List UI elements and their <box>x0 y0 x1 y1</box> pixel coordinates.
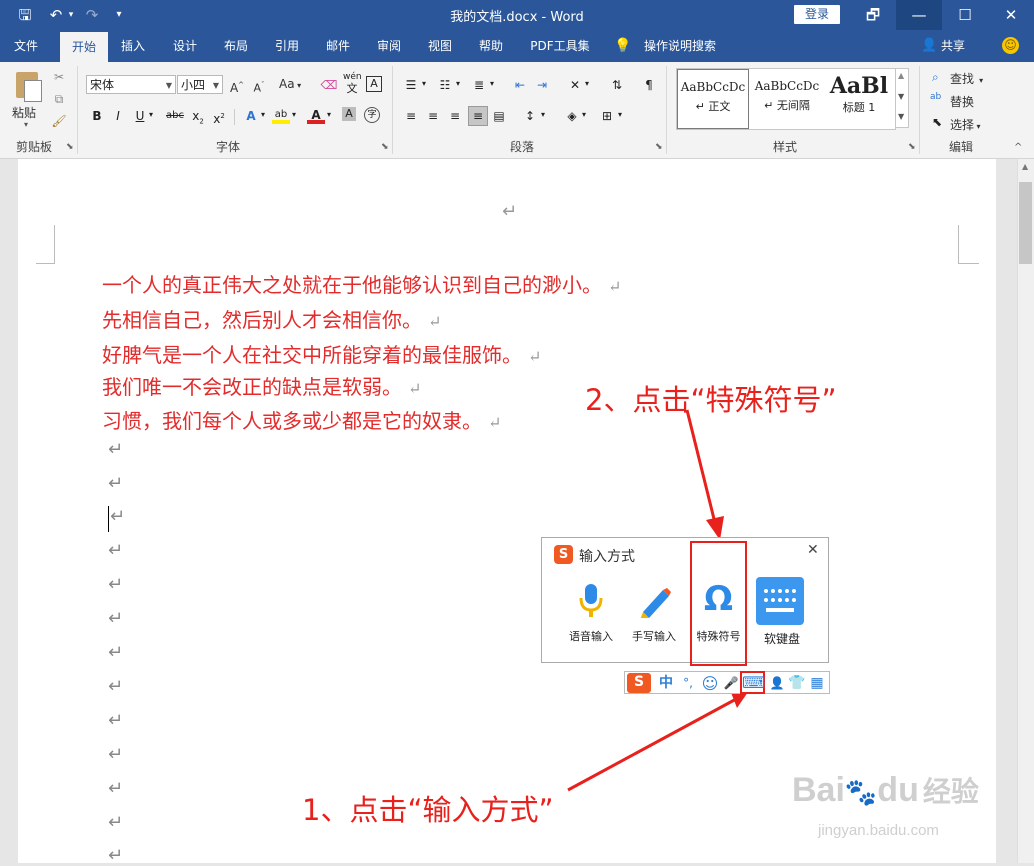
popup-title: 输入方式 <box>579 549 635 565</box>
microphone-icon[interactable]: 🎤 <box>721 674 741 693</box>
soft-keyboard-button[interactable]: 软键盘 <box>751 577 813 646</box>
skin-icon[interactable]: 👕 <box>787 674 807 693</box>
special-symbols-button[interactable]: Ω 特殊符号 <box>690 541 747 666</box>
input-method-popup: S 输入方式 ✕ 语音输入 手写输入 Ω 特殊符号 软键盘 <box>541 537 829 666</box>
baidu-watermark: Bai🐾du 经验 <box>792 770 979 810</box>
voice-input-button[interactable]: 语音输入 <box>560 582 622 644</box>
keyboard-icon <box>756 577 804 625</box>
watermark-text: du <box>877 771 919 809</box>
sogou-logo-icon[interactable]: S <box>627 673 651 693</box>
watermark-text: Bai <box>792 771 845 809</box>
punctuation-toggle[interactable]: °, <box>677 674 699 693</box>
watermark-text: 经验 <box>922 776 979 807</box>
user-icon[interactable]: 👤 <box>767 674 787 693</box>
annotation-arrows <box>567 409 748 792</box>
microphone-icon <box>579 584 603 617</box>
paw-icon: 🐾 <box>844 777 878 807</box>
close-icon[interactable]: ✕ <box>807 542 819 558</box>
step-1-annotation: 1、点击“输入方式” <box>302 793 554 827</box>
arrow-to-input-method <box>567 690 748 792</box>
handwriting-input-button[interactable]: 手写输入 <box>623 582 685 644</box>
watermark-url: jingyan.baidu.com <box>818 822 939 839</box>
special-symbols-label: 特殊符号 <box>696 630 741 643</box>
voice-input-label: 语音输入 <box>569 630 613 643</box>
emoji-icon[interactable]: ☺ <box>699 674 721 693</box>
input-method-toggle[interactable]: ⌨ <box>740 671 765 694</box>
omega-icon: Ω <box>704 579 733 619</box>
arrow-to-special-symbols <box>685 409 724 540</box>
handwriting-input-label: 手写输入 <box>632 630 676 643</box>
chinese-mode-toggle[interactable]: 中 <box>655 674 677 693</box>
soft-keyboard-label: 软键盘 <box>763 632 800 646</box>
ime-toolbar: S 中 °, ☺ 🎤 ⌨ 👤 👕 ▦ <box>624 671 830 694</box>
apps-grid-icon[interactable]: ▦ <box>807 674 827 693</box>
sogou-logo-icon: S <box>554 545 573 564</box>
pencil-icon <box>640 588 671 618</box>
